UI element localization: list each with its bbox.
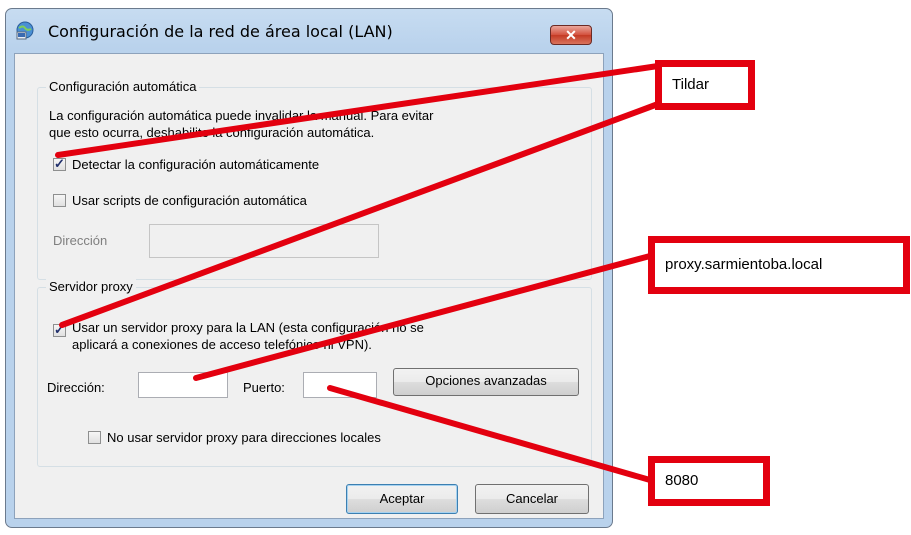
annotation-line-detect — [55, 63, 661, 158]
callout-port: 8080 — [648, 456, 770, 506]
callout-proxy-address: proxy.sarmientoba.local — [648, 236, 910, 294]
callout-port-text: 8080 — [665, 472, 699, 489]
callout-proxy-address-text: proxy.sarmientoba.local — [665, 256, 823, 273]
callout-tildar: Tildar — [655, 60, 755, 110]
annotation-line-port — [327, 385, 653, 483]
callout-tildar-text: Tildar — [672, 76, 709, 93]
annotation-line-address — [193, 253, 653, 381]
annotation-line-use-proxy — [59, 101, 661, 328]
